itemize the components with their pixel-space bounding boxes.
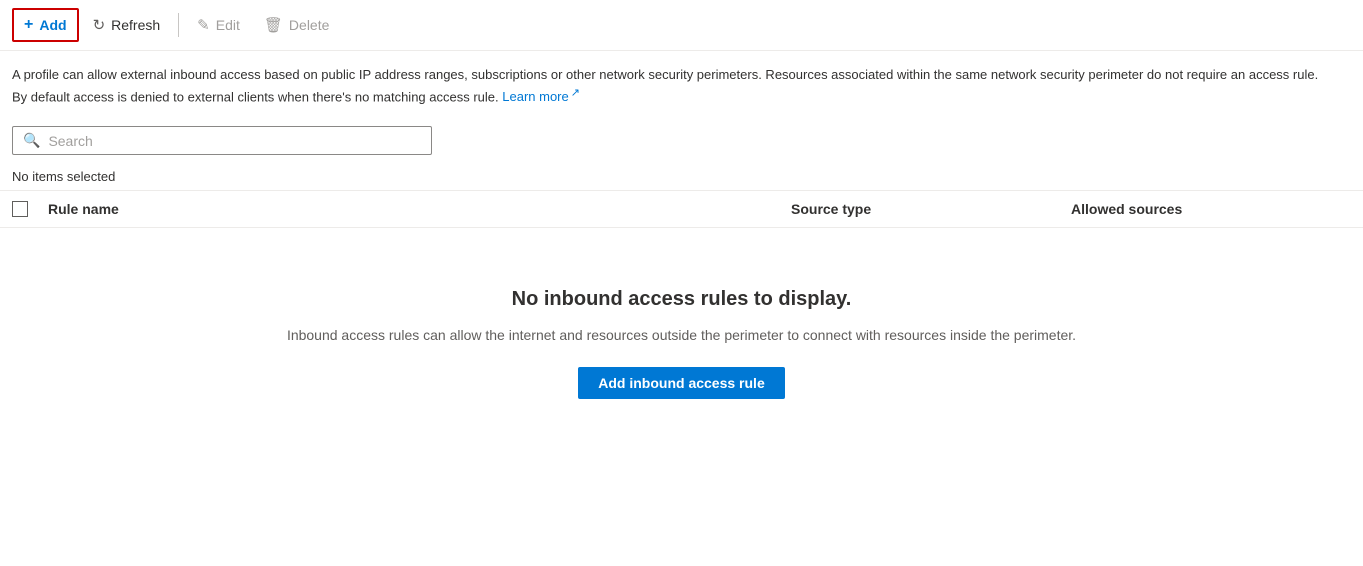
delete-icon: 🗑 xyxy=(264,16,283,34)
edit-button[interactable]: ✎ Edit xyxy=(187,10,250,40)
external-link-icon: ↗ xyxy=(571,87,580,99)
edit-icon: ✎ xyxy=(197,16,210,34)
no-items-label: No items selected xyxy=(0,163,1363,190)
empty-state: No inbound access rules to display. Inbo… xyxy=(0,228,1363,439)
description-text: A profile can allow external inbound acc… xyxy=(0,51,1340,118)
search-icon: 🔍 xyxy=(23,132,40,149)
add-inbound-rule-button[interactable]: Add inbound access rule xyxy=(578,367,784,399)
add-icon: + xyxy=(24,16,33,34)
search-input[interactable] xyxy=(48,133,421,149)
delete-button-label: Delete xyxy=(289,17,329,33)
empty-title: No inbound access rules to display. xyxy=(512,288,852,311)
table-header: Rule name Source type Allowed sources xyxy=(0,190,1363,228)
toolbar-separator xyxy=(178,13,179,37)
col-header-rule-name: Rule name xyxy=(48,201,791,217)
refresh-button[interactable]: ↻ Refresh xyxy=(83,10,171,40)
search-box: 🔍 xyxy=(12,126,432,155)
delete-button[interactable]: 🗑 Delete xyxy=(254,10,340,40)
toolbar: + Add ↻ Refresh ✎ Edit 🗑 Delete xyxy=(0,0,1363,51)
learn-more-link[interactable]: Learn more↗ xyxy=(502,89,580,104)
empty-subtitle: Inbound access rules can allow the inter… xyxy=(287,327,1076,343)
checkbox-column xyxy=(12,201,48,217)
col-header-allowed-sources: Allowed sources xyxy=(1071,201,1351,217)
refresh-icon: ↻ xyxy=(93,16,106,34)
search-container: 🔍 xyxy=(0,118,1363,163)
add-button[interactable]: + Add xyxy=(12,8,79,42)
add-button-label: Add xyxy=(39,17,66,33)
col-header-source-type: Source type xyxy=(791,201,1071,217)
refresh-button-label: Refresh xyxy=(111,17,160,33)
select-all-checkbox[interactable] xyxy=(12,201,28,217)
edit-button-label: Edit xyxy=(216,17,240,33)
